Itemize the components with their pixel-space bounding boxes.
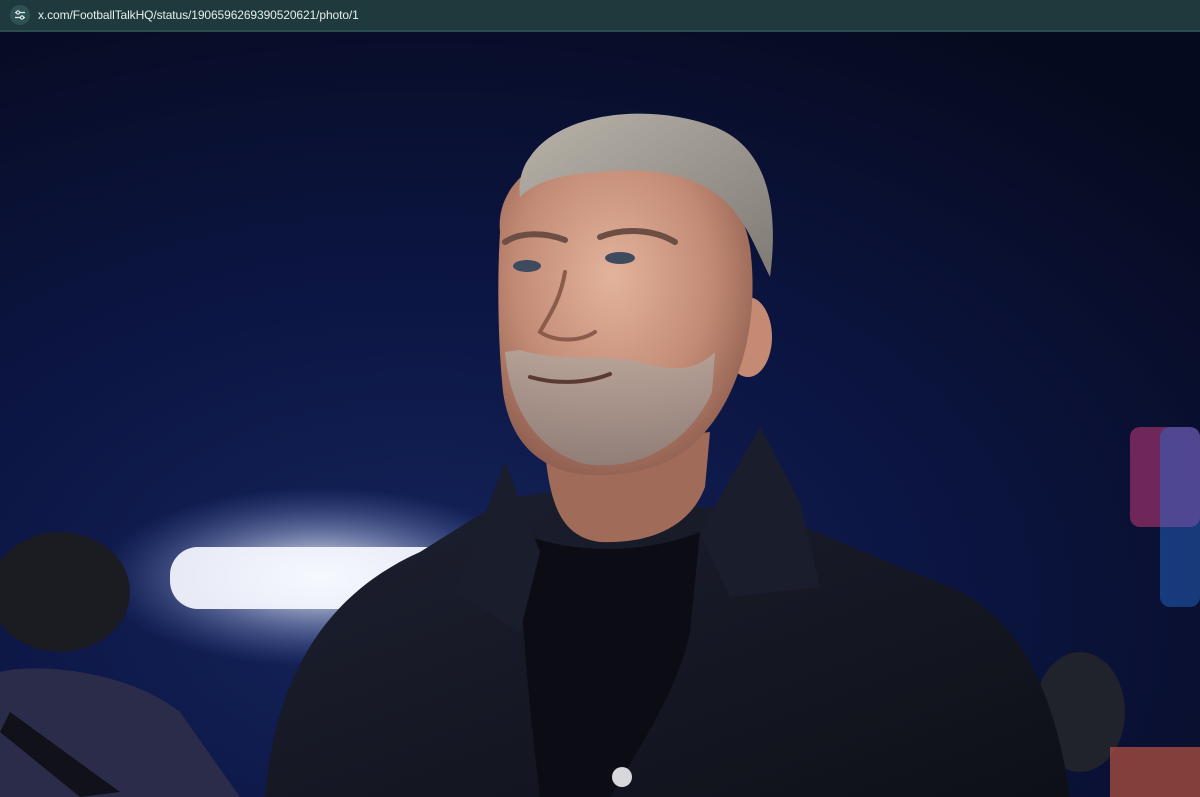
portrait-photo — [0, 32, 1200, 797]
browser-window: x.com/FootballTalkHQ/status/190659626939… — [0, 0, 1200, 797]
tune-icon[interactable] — [10, 5, 30, 25]
url-text[interactable]: x.com/FootballTalkHQ/status/190659626939… — [38, 8, 359, 22]
photo-viewer[interactable] — [0, 32, 1200, 797]
address-bar[interactable]: x.com/FootballTalkHQ/status/190659626939… — [0, 0, 1200, 32]
stadium-light-blue — [1160, 427, 1200, 607]
background-red-object — [1110, 747, 1200, 797]
right-eye — [605, 252, 635, 264]
jacket-button — [612, 767, 632, 787]
left-eye — [513, 260, 541, 272]
